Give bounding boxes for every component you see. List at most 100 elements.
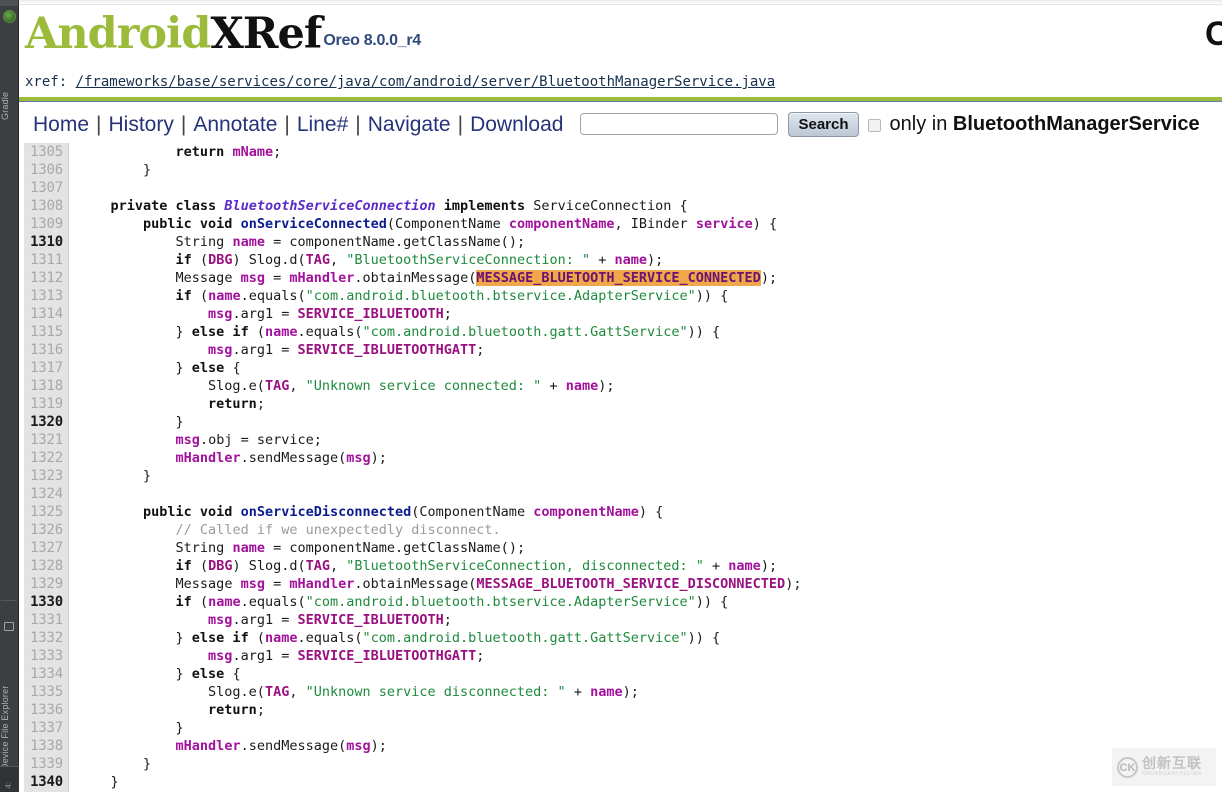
- highlighted-symbol[interactable]: MESSAGE_BLUETOOTH_SERVICE_CONNECTED: [476, 270, 761, 286]
- variable-token[interactable]: componentName: [509, 216, 615, 232]
- variable-token[interactable]: name: [615, 252, 648, 268]
- code-token: ) Slog.d(: [232, 558, 306, 574]
- constant-token[interactable]: TAG: [306, 558, 330, 574]
- variable-token[interactable]: mName: [232, 144, 273, 160]
- line-number[interactable]: 1336: [24, 701, 69, 719]
- variable-token[interactable]: msg: [208, 342, 232, 358]
- line-number[interactable]: 1306: [24, 161, 69, 179]
- code-token: ,: [289, 378, 306, 394]
- line-number[interactable]: 1312: [24, 269, 69, 287]
- constant-token[interactable]: SERVICE_IBLUETOOTHGATT: [297, 342, 476, 358]
- line-number[interactable]: 1333: [24, 647, 69, 665]
- line-number[interactable]: 1316: [24, 341, 69, 359]
- variable-token[interactable]: name: [265, 630, 298, 646]
- constant-token[interactable]: DBG: [208, 558, 232, 574]
- strip-bottom-tab[interactable]: 4:: [0, 766, 19, 792]
- search-button[interactable]: Search: [788, 111, 859, 137]
- nav-link-download[interactable]: Download: [463, 114, 570, 135]
- code-line-source: Slog.e(TAG, "Unknown service connected: …: [69, 377, 614, 395]
- line-number[interactable]: 1320: [24, 413, 69, 431]
- constant-token[interactable]: SERVICE_IBLUETOOTHGATT: [297, 648, 476, 664]
- line-number[interactable]: 1340: [24, 773, 69, 791]
- nav-link-navigate[interactable]: Navigate: [361, 114, 458, 135]
- line-number[interactable]: 1327: [24, 539, 69, 557]
- line-number[interactable]: 1319: [24, 395, 69, 413]
- variable-token[interactable]: service: [696, 216, 753, 232]
- variable-token[interactable]: msg: [241, 270, 265, 286]
- code-lines-container[interactable]: 1305 return mName; 1306 } 1307 1308 private…: [24, 143, 1222, 792]
- variable-token[interactable]: name: [265, 324, 298, 340]
- method-token[interactable]: onServiceDisconnected: [241, 504, 412, 520]
- variable-token[interactable]: name: [208, 594, 241, 610]
- variable-token[interactable]: componentName: [533, 504, 639, 520]
- code-line-source: msg.arg1 = SERVICE_IBLUETOOTH;: [69, 305, 452, 323]
- variable-token[interactable]: mHandler: [176, 450, 241, 466]
- constant-token[interactable]: SERVICE_IBLUETOOTH: [297, 612, 443, 628]
- line-number[interactable]: 1322: [24, 449, 69, 467]
- ide-left-tool-strip: Gradle Device File Explorer 4:: [0, 0, 19, 792]
- variable-token[interactable]: name: [590, 684, 623, 700]
- line-number[interactable]: 1324: [24, 485, 69, 503]
- nav-link-annotate[interactable]: Annotate: [186, 114, 284, 135]
- line-number[interactable]: 1311: [24, 251, 69, 269]
- line-number[interactable]: 1305: [24, 143, 69, 161]
- line-number[interactable]: 1337: [24, 719, 69, 737]
- line-number[interactable]: 1330: [24, 593, 69, 611]
- variable-token[interactable]: name: [566, 378, 599, 394]
- nav-link-line-number[interactable]: Line#: [290, 114, 355, 135]
- line-number[interactable]: 1317: [24, 359, 69, 377]
- variable-token[interactable]: msg: [241, 576, 265, 592]
- line-number[interactable]: 1325: [24, 503, 69, 521]
- line-number[interactable]: 1339: [24, 755, 69, 773]
- line-number[interactable]: 1315: [24, 323, 69, 341]
- line-number[interactable]: 1321: [24, 431, 69, 449]
- line-number[interactable]: 1331: [24, 611, 69, 629]
- line-number[interactable]: 1309: [24, 215, 69, 233]
- line-number[interactable]: 1318: [24, 377, 69, 395]
- line-number[interactable]: 1323: [24, 467, 69, 485]
- only-in-file-checkbox[interactable]: [867, 118, 881, 132]
- constant-token[interactable]: SERVICE_IBLUETOOTH: [297, 306, 443, 322]
- method-token[interactable]: onServiceConnected: [241, 216, 387, 232]
- variable-token[interactable]: msg: [208, 306, 232, 322]
- site-logo[interactable]: AndroidXRef Oreo 8.0.0_r4: [25, 13, 421, 56]
- variable-token[interactable]: name: [728, 558, 761, 574]
- variable-token[interactable]: mHandler: [176, 738, 241, 754]
- nav-link-home[interactable]: Home: [29, 114, 96, 135]
- variable-token[interactable]: mHandler: [289, 576, 354, 592]
- line-number[interactable]: 1313: [24, 287, 69, 305]
- constant-token[interactable]: TAG: [306, 252, 330, 268]
- nav-link-history[interactable]: History: [102, 114, 181, 135]
- line-number[interactable]: 1307: [24, 179, 69, 197]
- variable-token[interactable]: name: [208, 288, 241, 304]
- line-number[interactable]: 1310: [24, 233, 69, 251]
- line-number[interactable]: 1328: [24, 557, 69, 575]
- line-number[interactable]: 1314: [24, 305, 69, 323]
- variable-token[interactable]: msg: [346, 450, 370, 466]
- tool-window-gradle[interactable]: Gradle: [0, 10, 19, 120]
- variable-token[interactable]: msg: [346, 738, 370, 754]
- variable-token[interactable]: msg: [176, 432, 200, 448]
- constant-token[interactable]: TAG: [265, 684, 289, 700]
- line-number[interactable]: 1335: [24, 683, 69, 701]
- constant-token[interactable]: DBG: [208, 252, 232, 268]
- line-number[interactable]: 1329: [24, 575, 69, 593]
- variable-token[interactable]: msg: [208, 648, 232, 664]
- line-number[interactable]: 1308: [24, 197, 69, 215]
- code-token: );: [622, 684, 639, 700]
- line-number[interactable]: 1326: [24, 521, 69, 539]
- tool-window-device-file-explorer[interactable]: Device File Explorer: [0, 620, 19, 770]
- search-input[interactable]: [580, 113, 779, 135]
- variable-token[interactable]: name: [232, 540, 265, 556]
- variable-token[interactable]: mHandler: [289, 270, 354, 286]
- constant-token[interactable]: MESSAGE_BLUETOOTH_SERVICE_DISCONNECTED: [476, 576, 785, 592]
- line-number[interactable]: 1332: [24, 629, 69, 647]
- code-token: ,: [614, 216, 631, 232]
- line-number[interactable]: 1338: [24, 737, 69, 755]
- variable-token[interactable]: name: [232, 234, 265, 250]
- breadcrumb-path[interactable]: /frameworks/base/services/core/java/com/…: [76, 74, 776, 90]
- class-name-token[interactable]: BluetoothServiceConnection: [224, 198, 435, 214]
- variable-token[interactable]: msg: [208, 612, 232, 628]
- line-number[interactable]: 1334: [24, 665, 69, 683]
- constant-token[interactable]: TAG: [265, 378, 289, 394]
